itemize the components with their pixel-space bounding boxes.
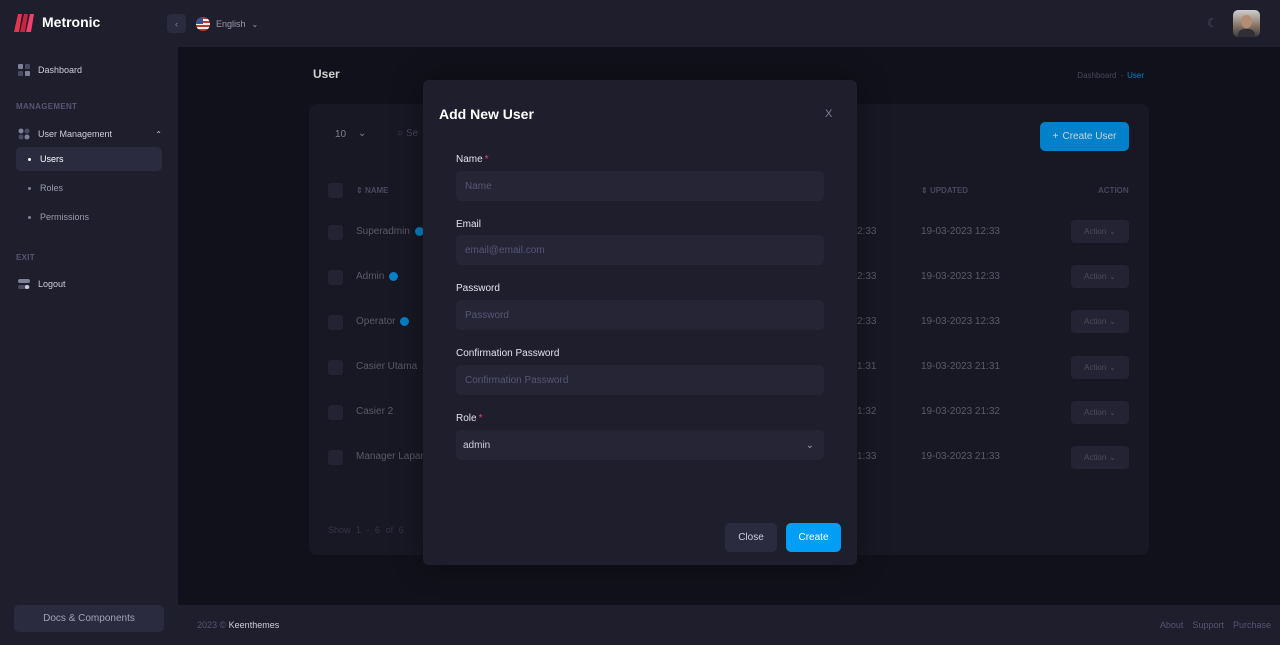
sidebar-item-label: Dashboard	[38, 65, 83, 75]
toggle-icon	[18, 279, 30, 289]
name-field[interactable]	[456, 171, 824, 201]
user-avatar[interactable]	[1233, 10, 1260, 37]
email-label: Email	[456, 219, 482, 230]
sidebar-item-users[interactable]: Users	[16, 147, 162, 171]
theme-toggle-moon-icon[interactable]: ☾	[1207, 16, 1218, 30]
brand-name: Metronic	[42, 14, 101, 30]
chevron-left-icon: ‹	[175, 18, 178, 29]
close-button[interactable]: Close	[725, 523, 777, 552]
chevron-up-icon: ⌃	[155, 129, 162, 139]
sidebar: Metronic Dashboard MANAGEMENT User Manag…	[0, 0, 178, 645]
section-label-management: MANAGEMENT	[16, 102, 78, 111]
footer-link-purchase[interactable]: Purchase	[1233, 620, 1271, 630]
sidebar-item-label: User Management	[38, 129, 113, 139]
footer-link-about[interactable]: About	[1160, 620, 1184, 630]
sidebar-item-label: Users	[40, 154, 64, 164]
password-field[interactable]	[456, 300, 824, 330]
email-field[interactable]	[456, 235, 824, 265]
bullet-icon	[28, 157, 31, 161]
add-user-modal: Add New User X Name* Email Password Conf…	[423, 80, 857, 565]
sidebar-toggle-button[interactable]: ‹	[167, 14, 186, 33]
name-label: Name *	[456, 154, 489, 165]
role-select[interactable]: admin ⌄	[456, 430, 824, 460]
top-header	[178, 0, 1280, 47]
logo[interactable]: Metronic	[14, 12, 100, 32]
sidebar-item-label: Permissions	[40, 212, 90, 222]
docs-components-button[interactable]: Docs & Components	[14, 605, 164, 632]
password-label: Password	[456, 283, 500, 294]
role-select-value: admin	[463, 439, 491, 451]
sidebar-item-permissions[interactable]: Permissions	[16, 205, 162, 229]
dashboard-icon	[18, 64, 30, 76]
sidebar-item-user-management[interactable]: User Management ⌃	[18, 128, 162, 140]
language-selector[interactable]: English ⌄	[196, 17, 258, 31]
confirm-password-field[interactable]	[456, 365, 824, 395]
footer-links: About Support Purchase	[1160, 620, 1271, 630]
sidebar-item-logout[interactable]: Logout	[18, 278, 66, 290]
modal-title: Add New User	[439, 106, 534, 122]
footer-link-support[interactable]: Support	[1192, 620, 1224, 630]
sidebar-item-dashboard[interactable]: Dashboard	[18, 64, 82, 76]
users-group-icon	[18, 128, 30, 140]
metronic-logo-icon	[14, 14, 34, 32]
required-asterisk: *	[478, 413, 483, 424]
required-asterisk: *	[484, 154, 489, 165]
language-label: English	[216, 19, 246, 29]
sidebar-item-label: Logout	[38, 279, 66, 289]
copyright: 2023 © Keenthemes	[197, 620, 280, 630]
create-button[interactable]: Create	[786, 523, 841, 552]
section-label-exit: EXIT	[16, 253, 35, 262]
chevron-down-icon: ⌄	[805, 439, 814, 451]
footer-brand-link[interactable]: Keenthemes	[229, 620, 280, 630]
bullet-icon	[28, 186, 31, 190]
footer	[178, 605, 1280, 645]
confirm-password-label: Confirmation Password	[456, 348, 560, 359]
us-flag-icon	[196, 17, 210, 31]
bullet-icon	[28, 215, 31, 219]
role-label: Role *	[456, 413, 483, 424]
close-icon[interactable]: X	[825, 108, 832, 120]
sidebar-item-roles[interactable]: Roles	[16, 176, 162, 200]
sidebar-item-label: Roles	[40, 183, 64, 193]
chevron-down-icon: ⌄	[251, 19, 259, 29]
